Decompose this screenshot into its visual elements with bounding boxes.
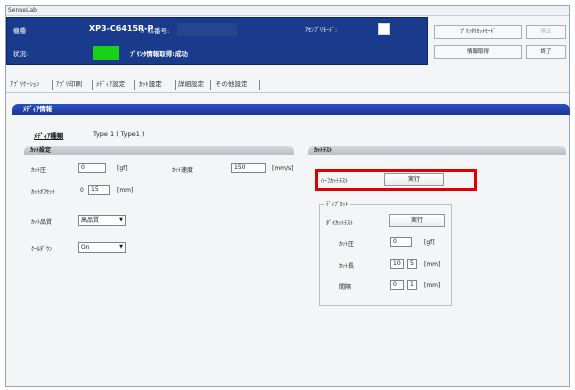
- die-cut-group-title: ﾃﾞｨﾌﾟｶｯﾄ: [324, 200, 351, 208]
- test-pressure-unit: [gf]: [424, 239, 435, 246]
- tab-media-settings[interactable]: ﾒﾃﾞｨｱ設定: [96, 78, 125, 91]
- status-label: 状況:: [13, 50, 29, 58]
- cut-offset-x: 0: [80, 187, 84, 194]
- test-pressure-label: ｶｯﾄ圧: [339, 241, 355, 248]
- die-cut-run-button[interactable]: 実行: [389, 214, 445, 227]
- cooldown-label: ｸｰﾙﾀﾞｳﾝ: [31, 246, 53, 253]
- printer-model-row: 機種 XP3-C6415R-P ﾊﾟﾈﾙ番号: ｱｾﾝﾌﾞﾘﾓｰﾄﾞ:: [7, 19, 427, 41]
- printer-status-row: 状況: ﾌﾟﾘﾝﾀ情報取得:成功: [7, 42, 427, 64]
- tab-separator: [259, 80, 260, 90]
- cut-pressure-label: ｶｯﾄ圧: [31, 167, 47, 174]
- exit-button[interactable]: 終了: [526, 45, 566, 59]
- serial-label: ﾊﾟﾈﾙ番号:: [141, 27, 170, 35]
- cut-speed-unit: [mm/s]: [272, 165, 294, 172]
- cut-quality-value: 高品質: [81, 217, 100, 224]
- cut-offset-input[interactable]: 15: [88, 185, 110, 195]
- cut-pressure-unit: [gf]: [117, 165, 128, 172]
- status-text: ﾌﾟﾘﾝﾀ情報取得:成功: [130, 50, 188, 58]
- cut-speed-input[interactable]: 150: [231, 163, 266, 173]
- tab-app-print[interactable]: ｱﾌﾟﾘ印刷: [56, 78, 82, 91]
- cut-quality-select[interactable]: 高品質 ▼: [78, 215, 126, 226]
- tab-separator: [92, 80, 93, 90]
- load-info-button[interactable]: 情報取得: [434, 45, 522, 59]
- test-length-input[interactable]: 10: [390, 259, 404, 269]
- chevron-down-icon: ▼: [119, 217, 123, 223]
- assembly-mode-checkbox[interactable]: [378, 23, 390, 35]
- tab-detail-settings[interactable]: 詳細設定: [178, 78, 204, 91]
- test-length-count[interactable]: 5: [407, 259, 417, 269]
- test-spacing-input[interactable]: 0: [390, 280, 404, 290]
- tab-application[interactable]: ｱﾌﾟﾘｹｰｼｮﾝ: [10, 78, 39, 91]
- settings-tabs: ｱﾌﾟﾘｹｰｼｮﾝ ｱﾌﾟﾘ印刷 ﾒﾃﾞｨｱ設定 ｶｯﾄ設定 詳細設定 その他設…: [6, 78, 569, 91]
- tab-separator: [134, 80, 135, 90]
- window-title: SenseLab: [6, 6, 569, 16]
- tab-other-settings[interactable]: その他設定: [215, 78, 248, 91]
- test-length-unit: [mm]: [424, 261, 441, 268]
- cut-pressure-input[interactable]: 0: [78, 163, 106, 173]
- cut-speed-label: ｶｯﾄ速度: [172, 167, 194, 174]
- media-info-header: ﾒﾃﾞｨｱ情報: [12, 104, 570, 115]
- cooldown-value: On: [81, 244, 90, 251]
- reset-mode-button[interactable]: ﾌﾟﾘﾝﾀﾘｾｯﾄﾓｰﾄﾞ: [434, 25, 522, 39]
- serial-value-field: [177, 23, 237, 36]
- assembly-mode-label: ｱｾﾝﾌﾞﾘﾓｰﾄﾞ:: [305, 27, 338, 34]
- cut-offset-label: ｶｯﾄｵﾌｾｯﾄ: [31, 189, 56, 196]
- die-cut-test-label: ﾀﾞｲｶｯﾄﾃｽﾄ: [326, 220, 354, 227]
- test-spacing-unit: [mm]: [424, 282, 441, 289]
- half-cut-test-label: ﾊｰﾌｶｯﾄﾃｽﾄ: [321, 178, 349, 185]
- chevron-down-icon: ▼: [119, 244, 123, 250]
- half-cut-run-button[interactable]: 実行: [384, 173, 444, 186]
- model-label: 機種: [13, 27, 26, 35]
- tab-cut-settings[interactable]: ｶｯﾄ設定: [139, 78, 162, 91]
- printer-info-panel: 機種 XP3-C6415R-P ﾊﾟﾈﾙ番号: ｱｾﾝﾌﾞﾘﾓｰﾄﾞ: 状況: …: [6, 17, 428, 65]
- cut-settings-header: ｶｯﾄ設定: [24, 146, 294, 155]
- tab-separator: [210, 80, 211, 90]
- test-pressure-input[interactable]: 0: [390, 237, 412, 247]
- media-type-label: ﾒﾃﾞｨｱ種類: [34, 132, 64, 140]
- cut-offset-unit: [mm]: [117, 187, 134, 194]
- tab-underline: [6, 92, 569, 93]
- media-type-value: Type 1 ( Type1 ): [93, 130, 145, 138]
- status-indicator: [93, 46, 119, 60]
- tab-separator: [52, 80, 53, 90]
- cut-test-header: ｶｯﾄﾃｽﾄ: [308, 146, 566, 155]
- tab-separator: [175, 80, 176, 90]
- test-spacing-count[interactable]: 1: [407, 280, 417, 290]
- cut-quality-label: ｶｯﾄ品質: [31, 219, 53, 226]
- test-spacing-label: 間隔: [339, 284, 352, 291]
- app-window: SenseLab 機種 XP3-C6415R-P ﾊﾟﾈﾙ番号: ｱｾﾝﾌﾞﾘﾓ…: [5, 5, 570, 387]
- stop-button[interactable]: 停止: [526, 25, 566, 39]
- test-length-label: ｶｯﾄ長: [339, 263, 355, 270]
- cooldown-select[interactable]: On ▼: [78, 242, 126, 253]
